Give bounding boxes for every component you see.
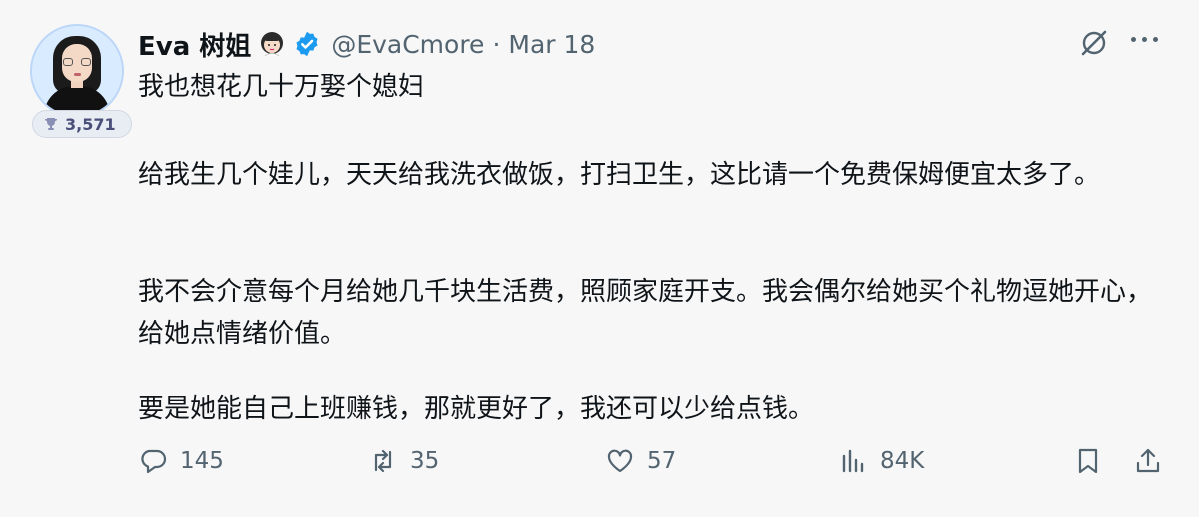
- rank-badge[interactable]: 3,571: [33, 111, 131, 137]
- rank-count: 3,571: [65, 114, 116, 134]
- tweet-paragraph-1: 给我生几个娃儿，天天给我洗衣做饭，打扫卫生，这比请一个免费保姆便宜太多了。: [138, 160, 1101, 190]
- bookmark-icon: [1078, 448, 1098, 474]
- retweet-count: 35: [410, 448, 440, 474]
- verified-badge-icon[interactable]: [293, 30, 321, 58]
- tweet-paragraph-2: 我不会介意每个月给她几千块生活费，照顾家庭开支。我会偶尔给她买个礼物逗她开心，给…: [138, 277, 1153, 349]
- like-button[interactable]: 57: [605, 446, 676, 476]
- retweet-icon: [374, 449, 392, 473]
- tweet-header: Eva 树姐 @EvaCmore · Mar 18: [138, 25, 595, 63]
- retweet-button[interactable]: 35: [368, 446, 439, 476]
- share-icon: [1136, 448, 1160, 473]
- avatar[interactable]: [32, 26, 122, 116]
- like-count: 57: [647, 448, 677, 474]
- reply-button[interactable]: 145: [138, 446, 224, 476]
- separator-dot: ·: [492, 29, 501, 59]
- grok-icon[interactable]: [1078, 27, 1110, 59]
- girl-emoji-icon: [261, 32, 284, 57]
- action-bar: 145 35 57 84K: [138, 446, 1168, 480]
- views-icon: [842, 449, 864, 473]
- trophy-icon: [45, 118, 57, 130]
- tweet-line-1: 我也想花几十万娶个媳妇: [138, 72, 425, 102]
- tweet-card: 3,571 Eva 树姐 @EvaCmore · Mar 18 我也想花几十万娶…: [0, 0, 1199, 517]
- view-count: 84K: [880, 448, 925, 474]
- reply-count: 145: [180, 448, 224, 474]
- more-options-icon[interactable]: [1131, 37, 1161, 47]
- views-button[interactable]: 84K: [838, 446, 924, 476]
- handle[interactable]: @EvaCmore: [331, 30, 484, 59]
- tweet-paragraph-3: 要是她能自己上班赚钱，那就更好了，我还可以少给点钱。: [138, 394, 815, 424]
- reply-icon: [141, 449, 167, 474]
- bookmark-button[interactable]: [1073, 446, 1103, 476]
- post-date[interactable]: Mar 18: [508, 30, 595, 59]
- heart-icon: [607, 449, 633, 473]
- share-button[interactable]: [1133, 446, 1163, 476]
- display-name[interactable]: Eva 树姐: [138, 26, 251, 63]
